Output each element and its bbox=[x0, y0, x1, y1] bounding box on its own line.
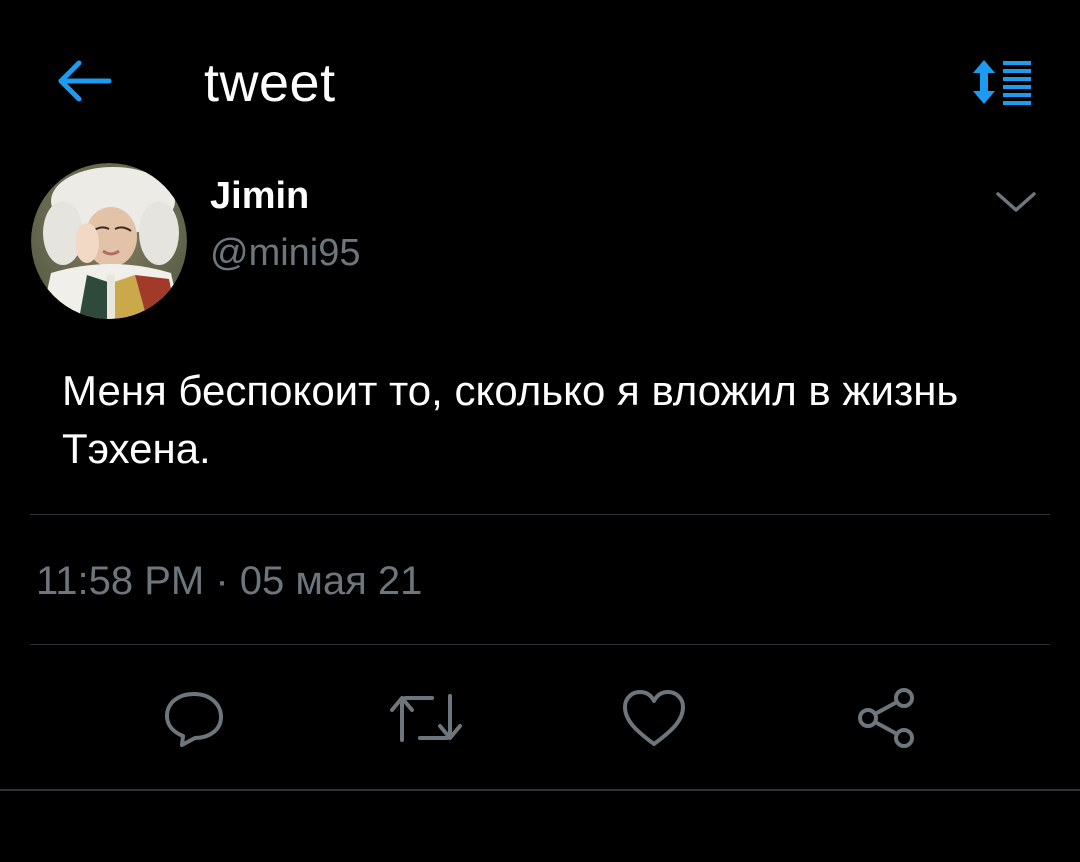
divider bbox=[30, 644, 1050, 645]
sort-button[interactable] bbox=[966, 54, 1038, 110]
sort-list-icon bbox=[973, 60, 1031, 105]
chevron-down-icon bbox=[996, 192, 1036, 212]
back-button[interactable] bbox=[52, 52, 118, 110]
share-button[interactable] bbox=[846, 680, 926, 756]
reply-button[interactable] bbox=[154, 680, 234, 756]
arrow-left-icon bbox=[58, 60, 112, 102]
more-options-button[interactable] bbox=[990, 180, 1042, 224]
like-button[interactable] bbox=[614, 680, 694, 756]
author-display-name[interactable]: Jimin bbox=[210, 174, 309, 218]
retweet-icon bbox=[390, 694, 462, 742]
tweet-text: Меня беспокоит то, сколько я вложил в жи… bbox=[62, 367, 959, 472]
tweet-timestamp: 11:58 PM · 05 мая 21 bbox=[36, 559, 423, 603]
retweet-button[interactable] bbox=[386, 680, 466, 756]
bottom-divider bbox=[0, 789, 1080, 791]
avatar[interactable] bbox=[31, 163, 187, 319]
share-icon bbox=[858, 688, 914, 748]
avatar-image bbox=[31, 163, 187, 319]
heart-icon bbox=[623, 690, 685, 746]
reply-icon bbox=[165, 692, 223, 747]
author-handle[interactable]: @mini95 bbox=[210, 230, 361, 276]
divider bbox=[30, 514, 1050, 515]
page-title: tweet bbox=[204, 53, 336, 113]
